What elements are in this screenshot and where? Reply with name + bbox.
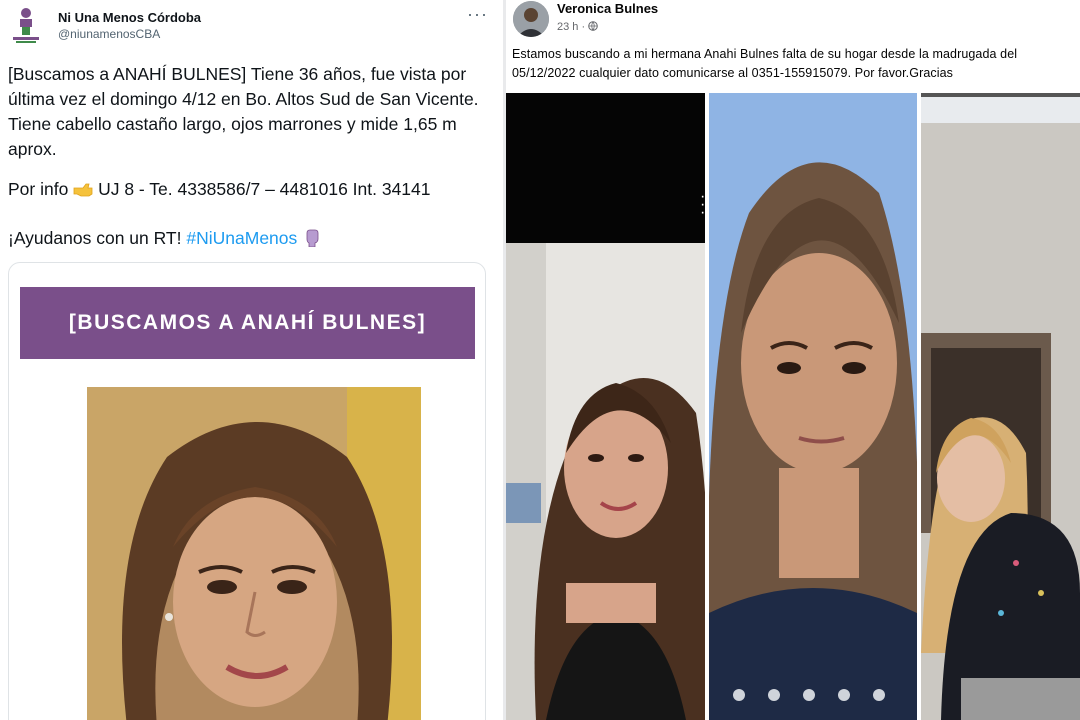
- raised-fist-icon: [306, 229, 319, 247]
- cta-text: ¡Ayudanos con un RT!: [8, 228, 182, 248]
- account-logo-icon[interactable]: [10, 5, 42, 45]
- photo-1-illustration: [506, 93, 705, 720]
- more-horizontal-icon[interactable]: ···: [467, 4, 488, 25]
- profile-avatar-image: [513, 1, 549, 37]
- photo-2-illustration: [709, 93, 917, 720]
- tweet-info-line: Por info UJ 8 - Te. 4338586/7 – 4481016 …: [8, 179, 431, 200]
- tweet-body-text: [Buscamos a ANAHÍ BULNES] Tiene 36 años,…: [8, 64, 479, 159]
- photo-3-illustration: [921, 93, 1080, 720]
- info-prefix: Por info: [8, 179, 69, 199]
- info-contact: UJ 8 - Te. 4338586/7 – 4481016 Int. 3414…: [98, 179, 431, 199]
- card-banner: [BUSCAMOS A ANAHÍ BULNES]: [20, 287, 475, 359]
- facebook-post-panel: Veronica Bulnes 23 h · Estamos buscando …: [506, 0, 1080, 720]
- screenshot-collage: Ni Una Menos Córdoba @niunamenosCBA ··· …: [0, 0, 1080, 720]
- post-time-text: 23 h ·: [557, 21, 586, 33]
- post-photo-3[interactable]: [921, 93, 1080, 720]
- post-text: Estamos buscando a mi hermana Anahi Buln…: [512, 47, 1018, 80]
- portrait-illustration: [87, 387, 421, 720]
- tweet-handle[interactable]: @niunamenosCBA: [58, 27, 160, 41]
- hashtag-link[interactable]: #NiUnaMenos: [186, 228, 297, 248]
- more-vertical-icon[interactable]: · · ·: [700, 189, 705, 221]
- tweet-cta-line: ¡Ayudanos con un RT! #NiUnaMenos: [8, 228, 322, 249]
- poster-name[interactable]: Veronica Bulnes: [557, 1, 658, 16]
- tweet-panel: Ni Una Menos Córdoba @niunamenosCBA ··· …: [0, 0, 503, 720]
- pointing-hand-icon: [73, 183, 93, 197]
- post-photo-1[interactable]: · · ·: [506, 93, 705, 720]
- post-time[interactable]: 23 h ·: [557, 21, 599, 33]
- profile-avatar[interactable]: [513, 1, 549, 37]
- post-photo-grid: · · ·: [506, 93, 1080, 720]
- missing-person-photo[interactable]: [87, 387, 421, 720]
- post-photo-2[interactable]: [709, 93, 917, 720]
- tweet-display-name[interactable]: Ni Una Menos Córdoba: [58, 10, 201, 25]
- tweet-media-card[interactable]: [BUSCAMOS A ANAHÍ BULNES]: [8, 262, 486, 720]
- globe-icon: [588, 21, 599, 31]
